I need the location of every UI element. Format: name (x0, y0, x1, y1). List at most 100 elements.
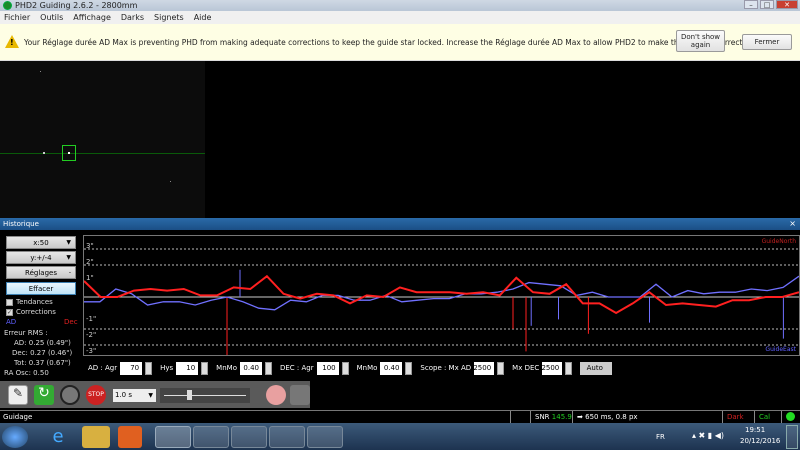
phd2-taskbar-icon[interactable] (155, 426, 191, 448)
corrections-checkbox[interactable]: ✓ Corrections (6, 308, 56, 316)
mx-dec-input[interactable]: 2500 (541, 361, 563, 375)
ra-aggr-spinner[interactable] (145, 361, 153, 375)
y-tick-label: -3" (86, 347, 96, 355)
clock-date[interactable]: 20/12/2016 (740, 437, 780, 445)
menu-affichage[interactable]: Affichage (73, 13, 111, 22)
explorer-icon[interactable] (82, 426, 110, 448)
cal-indicator: Cal (754, 411, 781, 423)
settings-select[interactable]: Réglages - (6, 266, 76, 279)
status-segment (510, 411, 530, 423)
ra-minmo-label: MnMo (216, 364, 237, 372)
checkbox-checked: ✓ (6, 308, 13, 316)
clear-button[interactable]: Effacer (6, 282, 76, 295)
language-indicator[interactable]: FR (656, 433, 665, 441)
dec-aggr-spinner[interactable] (341, 361, 349, 375)
mx-ra-input[interactable]: 2500 (473, 361, 495, 375)
brain-icon[interactable] (266, 385, 286, 405)
rms-title: Erreur RMS : (4, 329, 48, 337)
slider-thumb[interactable] (187, 390, 193, 400)
snr-value: 145.9 (551, 413, 572, 421)
close-panel-icon[interactable]: × (789, 218, 796, 230)
chevron-down-icon: ▼ (148, 392, 153, 399)
guide-step-indicator: ➡ 650 ms, 0.8 px (572, 411, 647, 423)
show-desktop-button[interactable] (786, 425, 798, 449)
dont-show-again-button[interactable]: Don't show again (676, 30, 725, 52)
app-taskbar-icon[interactable] (269, 426, 305, 448)
window-title: PHD2 Guiding 2.6.2 - 2800mm (15, 1, 138, 10)
menu-fichier[interactable]: Fichier (4, 13, 30, 22)
notification-bar: ! Your Réglage durée AD Max is preventin… (0, 24, 800, 61)
snr-indicator: SNR 145.9 (530, 411, 572, 423)
ra-minmo-spinner[interactable] (264, 361, 272, 375)
trends-checkbox[interactable]: Tendances (6, 298, 53, 306)
history-title: Historique (3, 220, 39, 228)
status-text: Guidage (3, 413, 33, 421)
connect-gear-icon[interactable]: ✎ (8, 385, 28, 405)
history-controls: x:50 ▼ y:+/-4 ▼ Réglages - Effacer Tendance… (0, 230, 82, 380)
ra-aggr-label: AD : Agr (88, 364, 118, 372)
window-controls: – □ ✕ (744, 0, 798, 9)
app-taskbar-icon[interactable] (231, 426, 267, 448)
camera-view[interactable] (0, 61, 800, 218)
close-window-button[interactable]: ✕ (776, 0, 798, 9)
stop-icon[interactable]: STOP (86, 385, 106, 405)
guide-target-icon[interactable] (60, 385, 80, 405)
hys-input[interactable]: 10 (176, 361, 199, 375)
menu-outils[interactable]: Outils (40, 13, 63, 22)
dec-minmo-spinner[interactable] (405, 361, 413, 375)
hys-spinner[interactable] (201, 361, 209, 375)
camera-frame (0, 61, 205, 218)
app-taskbar-icon[interactable] (193, 426, 229, 448)
x-scale-select[interactable]: x:50 ▼ (6, 236, 76, 249)
star (170, 181, 171, 182)
tray-icons[interactable]: ▴ ✖ ▮ ◀) (692, 431, 724, 440)
status-bar: Guidage SNR 145.9 ➡ 650 ms, 0.8 px Dark … (0, 410, 800, 423)
corrections-label: Corrections (16, 308, 56, 316)
minimize-button[interactable]: – (744, 0, 758, 9)
dec-minmo-input[interactable]: 0.40 (380, 361, 403, 375)
x-scale-value: x:50 (33, 238, 49, 247)
guide-star (68, 152, 70, 154)
guide-graph[interactable]: 3" 2" 1" -1" -2" -3" GuideNorth GuideEast (83, 235, 800, 358)
y-tick-label: -2" (86, 331, 96, 339)
y-tick-label: -1" (86, 315, 96, 323)
loop-icon[interactable]: ↻ (34, 385, 54, 405)
menu-aide[interactable]: Aide (194, 13, 212, 22)
chevron-down-icon: ▼ (66, 254, 71, 261)
dec-minmo-label: MnMo (356, 364, 378, 372)
star (43, 152, 45, 154)
warning-icon: ! (5, 35, 19, 48)
ra-aggr-input[interactable]: 70 (120, 361, 143, 375)
dec-mode-select[interactable]: Auto (580, 361, 613, 375)
north-label: GuideNorth (761, 238, 796, 245)
app-taskbar-icon[interactable] (307, 426, 343, 448)
clock-time[interactable]: 19:51 (745, 426, 765, 434)
close-notification-button[interactable]: Fermer (742, 34, 792, 50)
star (40, 71, 41, 72)
mx-dec-spinner[interactable] (565, 361, 573, 375)
maximize-button[interactable]: □ (760, 0, 774, 9)
east-label: GuideEast (765, 346, 796, 353)
ra-legend: AD (6, 318, 17, 326)
phd-logo-icon (3, 1, 12, 10)
taskbar: e FR ▴ ✖ ▮ ◀) 19:51 20/12/2016 (0, 423, 800, 450)
ra-minmo-input[interactable]: 0.40 (239, 361, 262, 375)
start-button[interactable] (2, 426, 28, 448)
menu-signets[interactable]: Signets (154, 13, 184, 22)
ie-icon[interactable]: e (40, 426, 76, 448)
y-scale-value: y:+/-4 (30, 253, 52, 262)
y-tick-label: 1" (86, 274, 94, 282)
gamma-slider[interactable] (160, 388, 250, 403)
rms-ra: AD: 0.25 (0.49") (14, 339, 71, 347)
media-player-icon[interactable] (118, 426, 142, 448)
y-scale-select[interactable]: y:+/-4 ▼ (6, 251, 76, 264)
dec-aggr-input[interactable]: 100 (316, 361, 339, 375)
exposure-select[interactable]: 1.0 s ▼ (113, 389, 156, 402)
y-tick-label: 2" (86, 258, 94, 266)
title-bar: PHD2 Guiding 2.6.2 - 2800mm (0, 0, 800, 11)
mx-ra-spinner[interactable] (497, 361, 505, 375)
snr-label: SNR (535, 413, 550, 421)
main-toolbar: ✎ ↻ STOP 1.0 s ▼ (0, 381, 310, 408)
trends-label: Tendances (16, 298, 53, 306)
menu-darks[interactable]: Darks (121, 13, 144, 22)
